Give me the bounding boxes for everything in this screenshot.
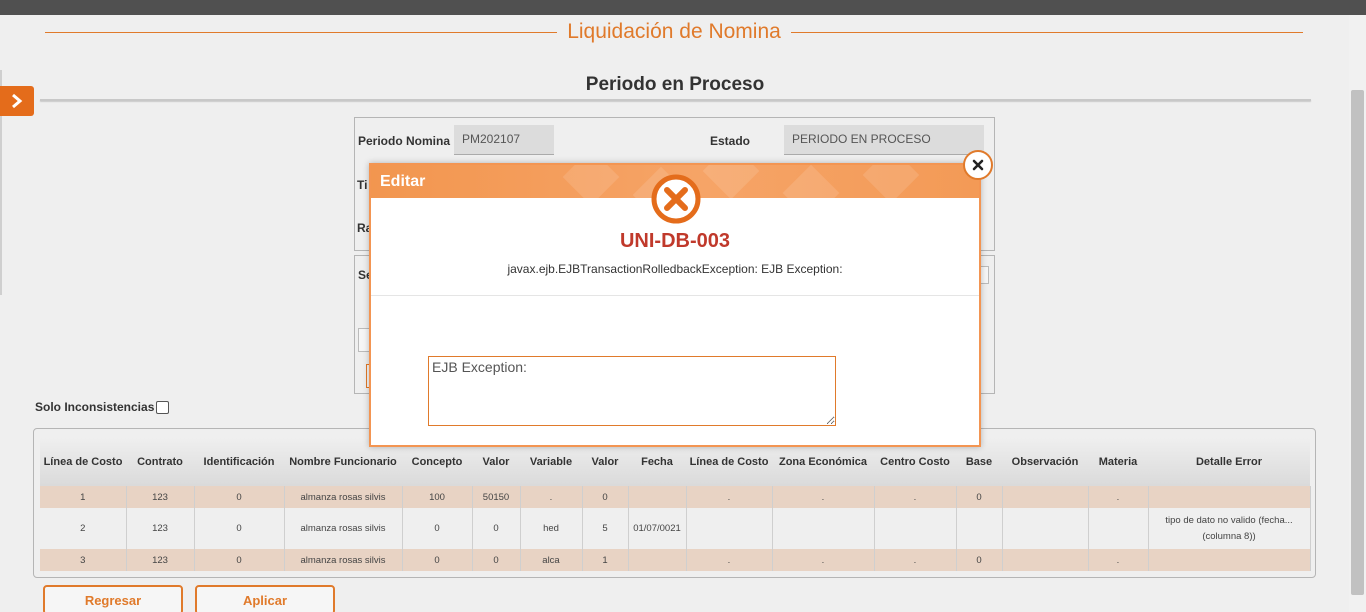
error-detail-textarea[interactable]: EJB Exception: — [428, 356, 836, 426]
error-icon — [650, 173, 702, 230]
dialog-divider — [371, 295, 979, 296]
close-icon — [972, 159, 984, 171]
edit-dialog: Editar UNI-DB-003 javax.ejb.EJBTransacti… — [369, 163, 981, 447]
modal-overlay: Editar UNI-DB-003 javax.ejb.EJBTransacti… — [0, 0, 1366, 612]
error-code: UNI-DB-003 — [619, 230, 731, 252]
dialog-title: Editar — [380, 173, 426, 190]
error-message: javax.ejb.EJBTransactionRolledbackExcept… — [507, 262, 843, 276]
close-dialog-button[interactable] — [963, 150, 993, 180]
